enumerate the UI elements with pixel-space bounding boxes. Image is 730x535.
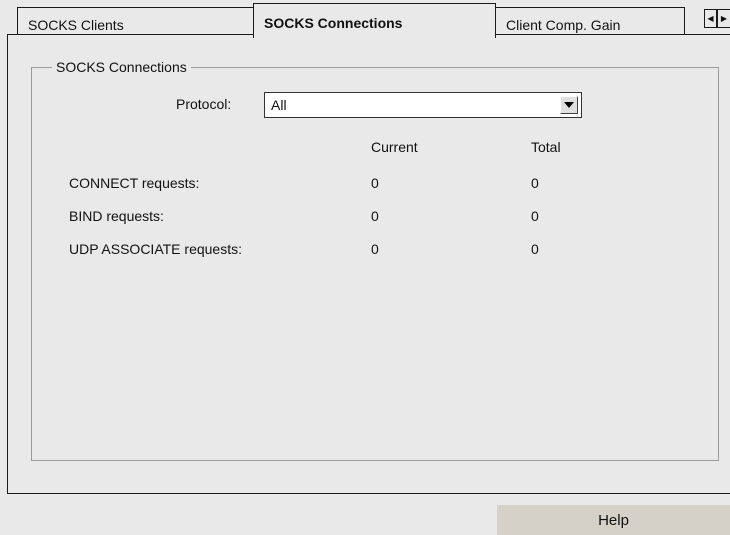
row-bind-total: 0 (531, 208, 539, 224)
chevron-down-icon (564, 102, 574, 108)
row-label-bind: BIND requests: (69, 208, 164, 224)
row-udp-associate-total: 0 (531, 241, 539, 257)
tab-client-comp-gain[interactable]: Client Comp. Gain (495, 7, 685, 35)
tab-scroll-right-button[interactable]: ▶ (717, 9, 730, 28)
tab-label: SOCKS Connections (264, 15, 403, 31)
arrow-left-icon: ◀ (707, 14, 714, 23)
row-label-udp-associate: UDP ASSOCIATE requests: (69, 241, 242, 257)
column-header-current: Current (371, 139, 418, 155)
protocol-label: Protocol: (176, 96, 232, 112)
tab-socks-connections[interactable]: SOCKS Connections (253, 3, 496, 38)
tab-label: Client Comp. Gain (506, 17, 621, 33)
row-bind-current: 0 (371, 208, 379, 224)
help-button[interactable]: Help (497, 505, 730, 535)
arrow-right-icon: ▶ (720, 14, 728, 23)
tab-label: SOCKS Clients (28, 17, 124, 33)
row-connect-total: 0 (531, 175, 539, 191)
row-label-connect: CONNECT requests: (69, 175, 200, 191)
row-connect-current: 0 (371, 175, 379, 191)
protocol-select-value: All (271, 97, 287, 113)
protocol-select[interactable]: All (264, 92, 582, 118)
column-header-total: Total (531, 139, 561, 155)
help-button-label: Help (598, 511, 629, 529)
tab-socks-clients[interactable]: SOCKS Clients (17, 7, 254, 35)
socks-connections-group (31, 67, 719, 461)
group-title: SOCKS Connections (52, 59, 191, 75)
tab-scroll-left-button[interactable]: ◀ (704, 9, 717, 28)
row-udp-associate-current: 0 (371, 241, 379, 257)
protocol-dropdown-button[interactable] (560, 96, 578, 114)
